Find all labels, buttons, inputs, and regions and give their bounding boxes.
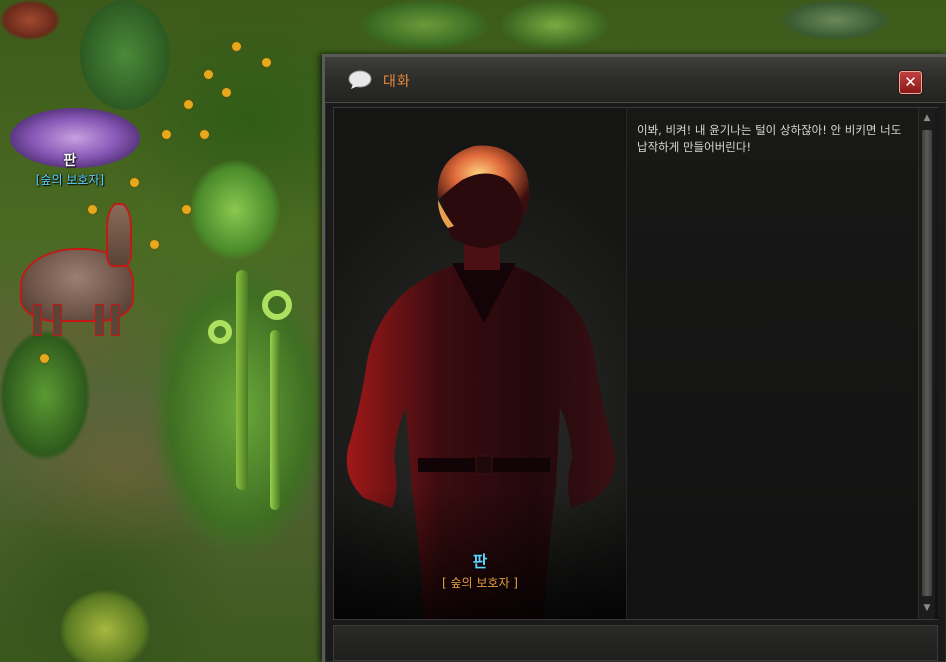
yellow-flower	[200, 130, 209, 139]
yellow-flower	[88, 205, 97, 214]
dialog-window[interactable]: 대화 ✕ 판 [숲의 보호자] 이봐, 비켜! 내 윤기나는 털이 상하잖아…	[322, 54, 946, 662]
speaker-name: 판	[472, 552, 488, 571]
yellow-flower	[262, 58, 271, 67]
dialog-body: 판 [ 숲의 보호자 ] 이봐, 비켜! 내 윤기나는 털이 상하잖아! 안 비…	[333, 107, 938, 620]
yellow-flower	[150, 240, 159, 249]
dialog-scrollbar[interactable]: ▲ ▼	[918, 108, 935, 619]
plant-foliage	[0, 330, 90, 460]
yellow-flower	[130, 178, 139, 187]
creature-leg	[54, 305, 61, 335]
dialog-footer	[333, 625, 938, 661]
plant-stem	[236, 270, 248, 490]
plant-foliage	[80, 0, 170, 110]
dialog-title: 대화	[383, 74, 411, 90]
creature-leg	[112, 305, 119, 335]
plant-curl	[208, 320, 232, 344]
plant-fern	[60, 590, 150, 662]
plant-foliage	[500, 0, 610, 50]
scroll-thumb[interactable]	[922, 130, 932, 596]
dialog-title-bar[interactable]: 대화 ✕	[325, 57, 946, 103]
plant-leaf	[190, 160, 280, 260]
yellow-flower	[40, 354, 49, 363]
dialog-message: 이봐, 비켜! 내 윤기나는 털이 상하잖아! 안 비키면 너도 납작하게 만들…	[637, 123, 902, 154]
speaker-silhouette	[334, 145, 626, 619]
creature-leg	[96, 305, 103, 335]
npc-name-label[interactable]: 판	[40, 150, 100, 170]
npc-title-label[interactable]: [숲의 보호자]	[18, 171, 122, 188]
yellow-flower	[204, 70, 213, 79]
plant-flower	[0, 0, 60, 40]
speaker-portrait: 판 [ 숲의 보호자 ]	[334, 108, 626, 619]
yellow-flower	[222, 88, 231, 97]
yellow-flower	[182, 205, 191, 214]
plant-curl	[262, 290, 292, 320]
selected-creature-torso[interactable]	[108, 205, 130, 265]
dialog-text-area: 이봐, 비켜! 내 윤기나는 털이 상하잖아! 안 비키면 너도 납작하게 만들…	[626, 108, 938, 619]
creature-leg	[34, 305, 41, 335]
scroll-down-arrow-icon[interactable]: ▼	[921, 602, 933, 614]
speaker-title: [ 숲의 보호자 ]	[441, 576, 518, 590]
plant-foliage	[780, 0, 890, 40]
yellow-flower	[162, 130, 171, 139]
yellow-flower	[184, 100, 193, 109]
chat-bubble-icon	[347, 70, 373, 90]
yellow-flower	[232, 42, 241, 51]
plant-stem	[270, 330, 280, 510]
scroll-up-arrow-icon[interactable]: ▲	[921, 112, 933, 124]
close-button[interactable]: ✕	[899, 71, 922, 94]
plant-foliage	[360, 0, 490, 50]
